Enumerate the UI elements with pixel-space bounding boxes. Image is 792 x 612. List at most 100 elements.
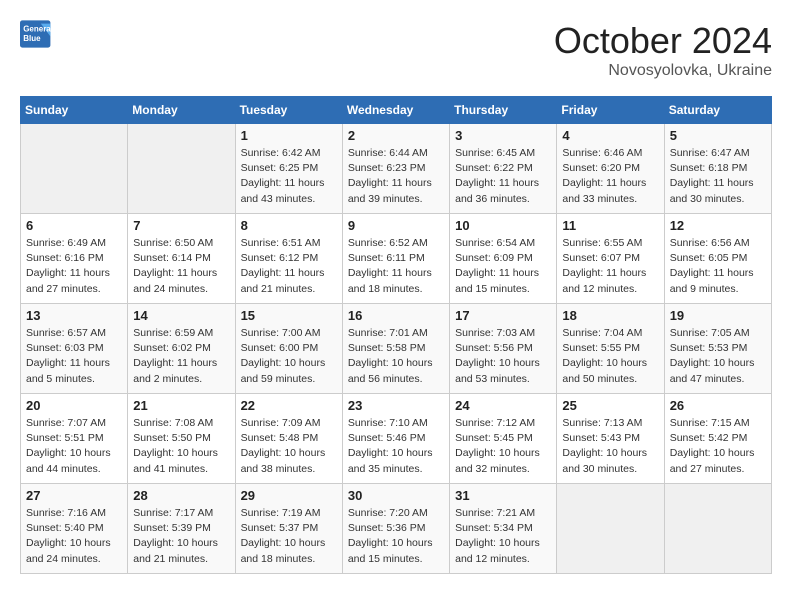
day-info: Sunrise: 6:44 AMSunset: 6:23 PMDaylight:… [348,146,444,207]
calendar-cell [21,124,128,214]
day-number: 8 [241,218,337,233]
day-number: 23 [348,398,444,413]
page-header: General Blue October 2024 Novosyolovka, … [20,20,772,80]
day-info: Sunrise: 6:51 AMSunset: 6:12 PMDaylight:… [241,236,337,297]
calendar-cell: 30 Sunrise: 7:20 AMSunset: 5:36 PMDayligh… [342,484,449,574]
calendar-week-row: 13 Sunrise: 6:57 AMSunset: 6:03 PMDayligh… [21,304,772,394]
calendar-cell: 31 Sunrise: 7:21 AMSunset: 5:34 PMDayligh… [450,484,557,574]
weekday-header: Saturday [664,97,771,124]
day-number: 12 [670,218,766,233]
logo-icon: General Blue [20,20,52,48]
calendar-week-row: 20 Sunrise: 7:07 AMSunset: 5:51 PMDayligh… [21,394,772,484]
calendar-cell: 19 Sunrise: 7:05 AMSunset: 5:53 PMDayligh… [664,304,771,394]
calendar-cell: 15Sunrise: 7:00 AMSunset: 6:00 PMDayligh… [235,304,342,394]
day-number: 21 [133,398,229,413]
calendar-cell: 11 Sunrise: 6:55 AMSunset: 6:07 PMDayligh… [557,214,664,304]
weekday-header: Wednesday [342,97,449,124]
day-info: Sunrise: 6:46 AMSunset: 6:20 PMDaylight:… [562,146,658,207]
calendar-cell: 20 Sunrise: 7:07 AMSunset: 5:51 PMDayligh… [21,394,128,484]
day-number: 10 [455,218,551,233]
day-number: 26 [670,398,766,413]
day-info: Sunrise: 7:15 AMSunset: 5:42 PMDaylight:… [670,416,766,477]
day-number: 1 [241,128,337,143]
day-info: Sunrise: 7:12 AMSunset: 5:45 PMDaylight:… [455,416,551,477]
day-info: Sunrise: 6:55 AMSunset: 6:07 PMDaylight:… [562,236,658,297]
calendar-cell: 21 Sunrise: 7:08 AMSunset: 5:50 PMDayligh… [128,394,235,484]
day-number: 25 [562,398,658,413]
calendar-cell: 16 Sunrise: 7:01 AMSunset: 5:58 PMDayligh… [342,304,449,394]
day-number: 14 [133,308,229,323]
logo: General Blue [20,20,52,48]
day-info: Sunrise: 6:59 AMSunset: 6:02 PMDaylight:… [133,326,229,387]
calendar-cell: 18 Sunrise: 7:04 AMSunset: 5:55 PMDayligh… [557,304,664,394]
day-info: Sunrise: 7:07 AMSunset: 5:51 PMDaylight:… [26,416,122,477]
day-number: 11 [562,218,658,233]
calendar-cell: 5Sunrise: 6:47 AMSunset: 6:18 PMDaylight… [664,124,771,214]
day-number: 22 [241,398,337,413]
day-number: 19 [670,308,766,323]
day-info: Sunrise: 7:21 AMSunset: 5:34 PMDaylight:… [455,506,551,567]
day-info: Sunrise: 7:19 AMSunset: 5:37 PMDaylight:… [241,506,337,567]
weekday-header: Tuesday [235,97,342,124]
day-info: Sunrise: 7:05 AMSunset: 5:53 PMDaylight:… [670,326,766,387]
day-info: Sunrise: 7:08 AMSunset: 5:50 PMDaylight:… [133,416,229,477]
day-info: Sunrise: 6:52 AMSunset: 6:11 PMDaylight:… [348,236,444,297]
day-info: Sunrise: 7:16 AMSunset: 5:40 PMDaylight:… [26,506,122,567]
day-number: 13 [26,308,122,323]
day-number: 31 [455,488,551,503]
calendar-week-row: 1 Sunrise: 6:42 AMSunset: 6:25 PMDaylight… [21,124,772,214]
day-number: 16 [348,308,444,323]
svg-text:General: General [23,25,52,34]
calendar-cell: 23Sunrise: 7:10 AMSunset: 5:46 PMDayligh… [342,394,449,484]
calendar-cell [128,124,235,214]
day-number: 20 [26,398,122,413]
calendar-cell: 12 Sunrise: 6:56 AMSunset: 6:05 PMDayligh… [664,214,771,304]
day-info: Sunrise: 7:04 AMSunset: 5:55 PMDaylight:… [562,326,658,387]
calendar-cell: 27 Sunrise: 7:16 AMSunset: 5:40 PMDayligh… [21,484,128,574]
day-info: Sunrise: 6:45 AMSunset: 6:22 PMDaylight:… [455,146,551,207]
day-number: 2 [348,128,444,143]
day-number: 28 [133,488,229,503]
day-info: Sunrise: 6:56 AMSunset: 6:05 PMDaylight:… [670,236,766,297]
day-info: Sunrise: 7:03 AMSunset: 5:56 PMDaylight:… [455,326,551,387]
calendar-week-row: 27 Sunrise: 7:16 AMSunset: 5:40 PMDayligh… [21,484,772,574]
calendar-cell: 10Sunrise: 6:54 AMSunset: 6:09 PMDayligh… [450,214,557,304]
location-subtitle: Novosyolovka, Ukraine [554,62,772,80]
day-number: 17 [455,308,551,323]
calendar-cell: 1 Sunrise: 6:42 AMSunset: 6:25 PMDaylight… [235,124,342,214]
day-number: 3 [455,128,551,143]
calendar-cell: 13 Sunrise: 6:57 AMSunset: 6:03 PMDayligh… [21,304,128,394]
calendar-cell: 3 Sunrise: 6:45 AMSunset: 6:22 PMDaylight… [450,124,557,214]
day-info: Sunrise: 7:09 AMSunset: 5:48 PMDaylight:… [241,416,337,477]
calendar-week-row: 6 Sunrise: 6:49 AMSunset: 6:16 PMDaylight… [21,214,772,304]
day-number: 15 [241,308,337,323]
day-info: Sunrise: 6:42 AMSunset: 6:25 PMDaylight:… [241,146,337,207]
day-number: 30 [348,488,444,503]
day-info: Sunrise: 7:20 AMSunset: 5:36 PMDaylight:… [348,506,444,567]
weekday-header: Thursday [450,97,557,124]
day-number: 29 [241,488,337,503]
calendar-cell [664,484,771,574]
day-number: 9 [348,218,444,233]
day-number: 6 [26,218,122,233]
day-number: 7 [133,218,229,233]
calendar-cell: 26 Sunrise: 7:15 AMSunset: 5:42 PMDayligh… [664,394,771,484]
day-info: Sunrise: 6:50 AMSunset: 6:14 PMDaylight:… [133,236,229,297]
calendar-cell: 24 Sunrise: 7:12 AMSunset: 5:45 PMDayligh… [450,394,557,484]
title-block: October 2024 Novosyolovka, Ukraine [554,20,772,80]
calendar-cell: 14 Sunrise: 6:59 AMSunset: 6:02 PMDayligh… [128,304,235,394]
day-info: Sunrise: 7:01 AMSunset: 5:58 PMDaylight:… [348,326,444,387]
calendar-cell [557,484,664,574]
calendar-cell: 7 Sunrise: 6:50 AMSunset: 6:14 PMDaylight… [128,214,235,304]
day-number: 5 [670,128,766,143]
day-info: Sunrise: 6:49 AMSunset: 6:16 PMDaylight:… [26,236,122,297]
day-number: 24 [455,398,551,413]
svg-text:Blue: Blue [23,34,41,43]
weekday-header: Friday [557,97,664,124]
calendar-cell: 2 Sunrise: 6:44 AMSunset: 6:23 PMDaylight… [342,124,449,214]
day-number: 27 [26,488,122,503]
day-number: 18 [562,308,658,323]
day-info: Sunrise: 6:57 AMSunset: 6:03 PMDaylight:… [26,326,122,387]
calendar-cell: 29 Sunrise: 7:19 AMSunset: 5:37 PMDayligh… [235,484,342,574]
calendar-header-row: SundayMondayTuesdayWednesdayThursdayFrid… [21,97,772,124]
